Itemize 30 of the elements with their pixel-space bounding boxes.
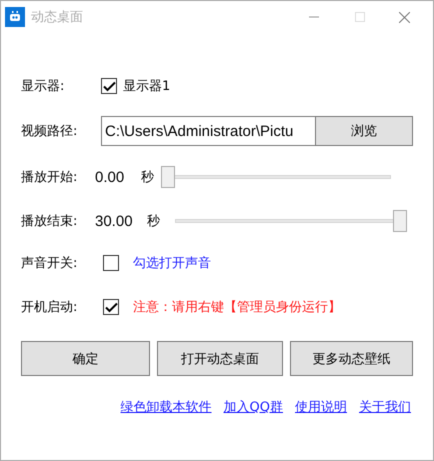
footer-link[interactable]: 绿色卸载本软件	[120, 398, 212, 416]
end-value: 30.00	[95, 212, 134, 230]
sound-checkbox[interactable]	[103, 255, 119, 271]
window-title: 动态桌面	[31, 9, 83, 26]
warning-note: 注意：请用右键【管理员身份运行】	[133, 299, 341, 316]
startup-checkbox[interactable]	[103, 299, 119, 315]
monitor-label: 显示器:	[21, 78, 66, 95]
monitor-option[interactable]: 显示器1	[123, 77, 170, 95]
browse-button[interactable]: 浏览	[315, 116, 413, 146]
path-label: 视频路径:	[21, 123, 78, 140]
action-button[interactable]: 确定	[21, 341, 150, 376]
sound-label: 声音开关:	[21, 255, 78, 272]
slider-thumb[interactable]	[161, 166, 175, 188]
footer-link[interactable]: 使用说明	[295, 398, 347, 416]
action-button[interactable]: 更多动态壁纸	[290, 341, 413, 376]
path-field[interactable]: C:\Users\Administrator\Pictu	[101, 116, 315, 146]
unit-label: 秒	[147, 213, 161, 230]
sound-hint[interactable]: 勾选打开声音	[133, 254, 211, 272]
startup-label: 开机启动:	[21, 299, 78, 316]
start-label: 播放开始:	[21, 169, 78, 186]
end-label: 播放结束:	[21, 213, 78, 230]
unit-label: 秒	[141, 169, 155, 186]
slider-thumb[interactable]	[393, 210, 407, 232]
action-button[interactable]: 打开动态桌面	[157, 341, 283, 376]
start-value: 0.00	[95, 168, 126, 186]
monitor-checkbox[interactable]	[101, 78, 117, 94]
footer-link[interactable]: 关于我们	[359, 398, 411, 416]
close-icon[interactable]	[398, 12, 410, 22]
app-icon	[5, 7, 25, 27]
footer-link[interactable]: 加入QQ群	[224, 398, 283, 416]
